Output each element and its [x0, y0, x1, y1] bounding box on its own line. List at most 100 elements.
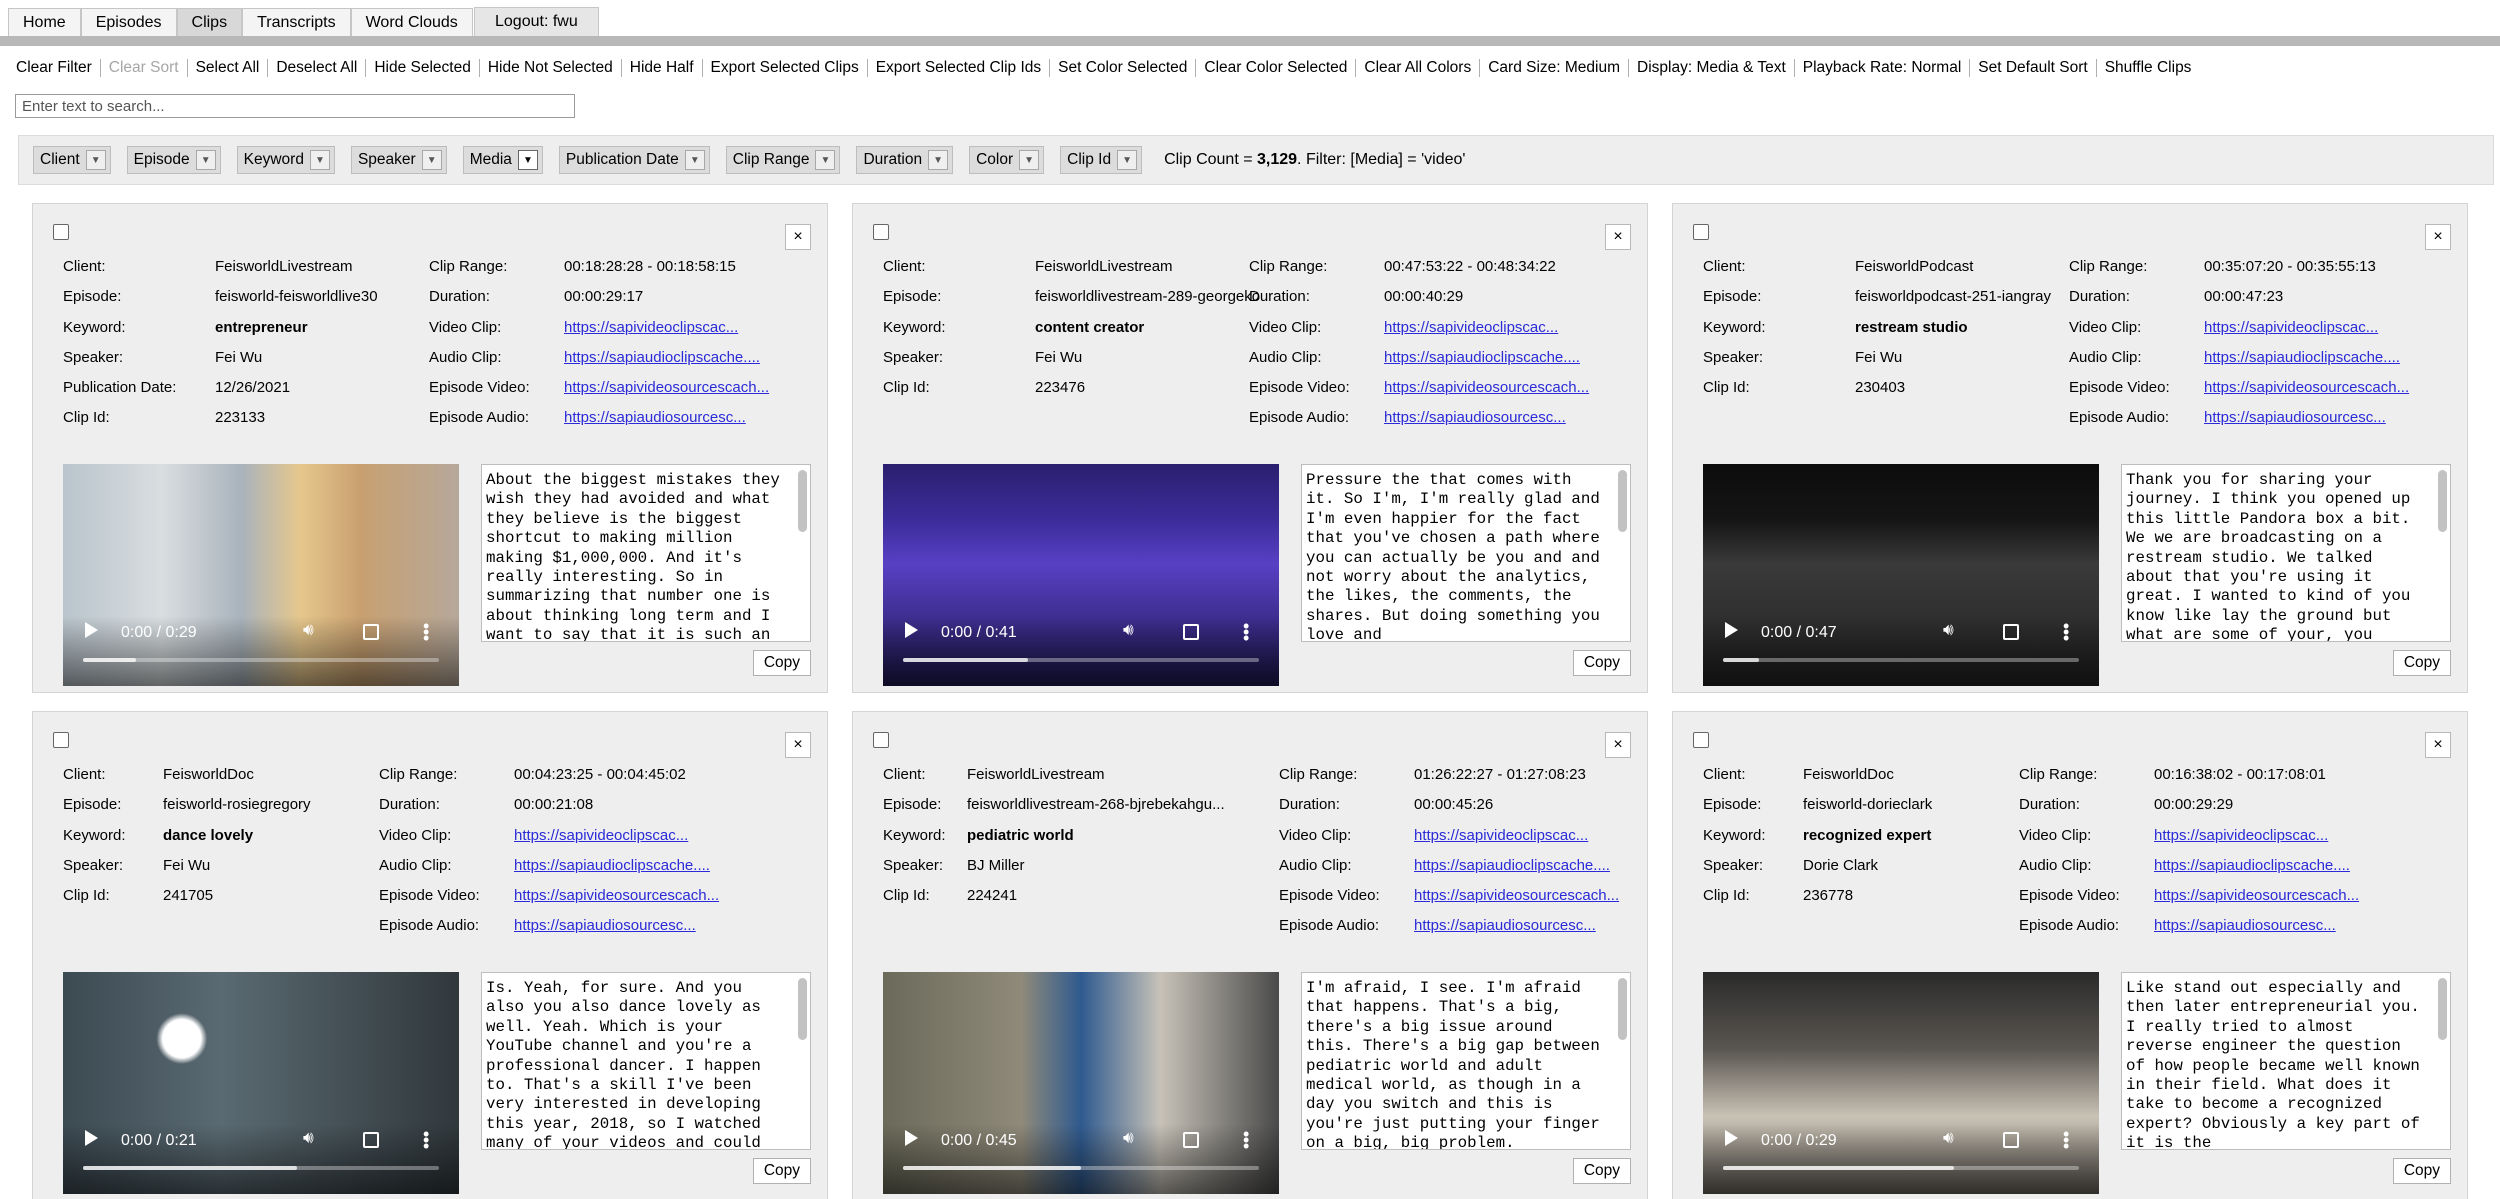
volume-icon[interactable]: 🔊︎ — [1943, 1128, 1954, 1148]
hide-selected-button[interactable]: Hide Selected — [366, 59, 480, 77]
transcript-text[interactable]: I'm afraid, I see. I'm afraid that happe… — [1301, 972, 1631, 1150]
link-video-clip[interactable]: https://sapivideoclipscac... — [1414, 821, 1588, 851]
video-player[interactable]: 0:00 / 0:21 🔊︎ • • • — [63, 972, 459, 1194]
scrollbar[interactable] — [1618, 978, 1627, 1040]
link-episode-audio[interactable]: https://sapiaudiosourcesc... — [2204, 403, 2386, 433]
scrollbar[interactable] — [1618, 470, 1627, 532]
link-episode-video[interactable]: https://sapivideosourcescach... — [2204, 373, 2409, 403]
transcript-text[interactable]: Like stand out especially and then later… — [2121, 972, 2451, 1150]
tab-episodes[interactable]: Episodes — [80, 8, 177, 37]
copy-button[interactable]: Copy — [752, 1158, 811, 1184]
filter-duration[interactable]: Duration ▼ — [856, 146, 954, 174]
play-icon[interactable] — [905, 622, 918, 638]
copy-button[interactable]: Copy — [1572, 650, 1631, 676]
link-audio-clip[interactable]: https://sapiaudioclipscache.... — [514, 851, 710, 881]
clear-filter-button[interactable]: Clear Filter — [8, 59, 101, 77]
select-checkbox[interactable] — [873, 732, 889, 748]
link-audio-clip[interactable]: https://sapiaudioclipscache.... — [2204, 343, 2400, 373]
filter-clip-id[interactable]: Clip Id ▼ — [1060, 146, 1143, 174]
transcript-text[interactable]: About the biggest mistakes they wish the… — [481, 464, 811, 642]
scrollbar[interactable] — [798, 470, 807, 532]
link-episode-video[interactable]: https://sapivideosourcescach... — [1414, 881, 1619, 911]
close-icon[interactable]: × — [1605, 732, 1631, 758]
more-options-icon[interactable]: • • • — [1243, 617, 1249, 647]
export-selected-clips-button[interactable]: Export Selected Clips — [703, 59, 868, 77]
copy-button[interactable]: Copy — [752, 650, 811, 676]
transcript-text[interactable]: Pressure the that comes with it. So I'm,… — [1301, 464, 1631, 642]
volume-icon[interactable]: 🔊︎ — [303, 1128, 314, 1148]
select-checkbox[interactable] — [53, 224, 69, 240]
filter-publication-date[interactable]: Publication Date ▼ — [558, 146, 710, 174]
filter-clip-range[interactable]: Clip Range ▼ — [725, 146, 841, 174]
filter-media[interactable]: Media ▼ — [462, 146, 543, 174]
clear-sort-button[interactable]: Clear Sort — [101, 59, 188, 77]
close-icon[interactable]: × — [785, 224, 811, 250]
export-selected-clip-ids-button[interactable]: Export Selected Clip Ids — [868, 59, 1051, 77]
link-audio-clip[interactable]: https://sapiaudioclipscache.... — [1414, 851, 1610, 881]
video-player[interactable]: 0:00 / 0:45 🔊︎ • • • — [883, 972, 1279, 1194]
copy-button[interactable]: Copy — [1572, 1158, 1631, 1184]
filter-speaker[interactable]: Speaker ▼ — [350, 146, 447, 174]
clear-all-colors-button[interactable]: Clear All Colors — [1356, 59, 1481, 77]
link-episode-audio[interactable]: https://sapiaudiosourcesc... — [1384, 403, 1566, 433]
select-checkbox[interactable] — [1693, 732, 1709, 748]
transcript-text[interactable]: Is. Yeah, for sure. And you also you als… — [481, 972, 811, 1150]
more-options-icon[interactable]: • • • — [2063, 1125, 2069, 1155]
video-progress-bar[interactable] — [83, 658, 439, 662]
play-icon[interactable] — [85, 622, 98, 638]
fullscreen-icon[interactable] — [1183, 624, 1199, 640]
deselect-all-button[interactable]: Deselect All — [268, 59, 367, 77]
video-player[interactable]: 0:00 / 0:29 🔊︎ • • • — [63, 464, 459, 686]
tab-home[interactable]: Home — [8, 8, 81, 37]
video-player[interactable]: 0:00 / 0:29 🔊︎ • • • — [1703, 972, 2099, 1194]
video-progress-bar[interactable] — [1723, 1166, 2079, 1170]
link-episode-video[interactable]: https://sapivideosourcescach... — [514, 881, 719, 911]
close-icon[interactable]: × — [1605, 224, 1631, 250]
scrollbar[interactable] — [798, 978, 807, 1040]
more-options-icon[interactable]: • • • — [423, 617, 429, 647]
play-icon[interactable] — [85, 1130, 98, 1146]
tab-transcripts[interactable]: Transcripts — [242, 8, 351, 37]
link-episode-audio[interactable]: https://sapiaudiosourcesc... — [514, 911, 696, 941]
volume-icon[interactable]: 🔊︎ — [1123, 620, 1134, 640]
link-episode-audio[interactable]: https://sapiaudiosourcesc... — [2154, 911, 2336, 941]
play-icon[interactable] — [1725, 622, 1738, 638]
link-audio-clip[interactable]: https://sapiaudioclipscache.... — [2154, 851, 2350, 881]
more-options-icon[interactable]: • • • — [1243, 1125, 1249, 1155]
transcript-text[interactable]: Thank you for sharing your journey. I th… — [2121, 464, 2451, 642]
select-checkbox[interactable] — [1693, 224, 1709, 240]
clear-color-selected-button[interactable]: Clear Color Selected — [1196, 59, 1357, 77]
more-options-icon[interactable]: • • • — [2063, 617, 2069, 647]
link-audio-clip[interactable]: https://sapiaudioclipscache.... — [564, 343, 760, 373]
play-icon[interactable] — [905, 1130, 918, 1146]
close-icon[interactable]: × — [785, 732, 811, 758]
search-input[interactable] — [15, 94, 575, 118]
copy-button[interactable]: Copy — [2392, 1158, 2451, 1184]
more-options-icon[interactable]: • • • — [423, 1125, 429, 1155]
hide-half-button[interactable]: Hide Half — [622, 59, 703, 77]
playback-rate-button[interactable]: Playback Rate: Normal — [1795, 59, 1971, 77]
link-video-clip[interactable]: https://sapivideoclipscac... — [2154, 821, 2328, 851]
link-episode-audio[interactable]: https://sapiaudiosourcesc... — [1414, 911, 1596, 941]
fullscreen-icon[interactable] — [1183, 1132, 1199, 1148]
close-icon[interactable]: × — [2425, 732, 2451, 758]
link-audio-clip[interactable]: https://sapiaudioclipscache.... — [1384, 343, 1580, 373]
display-mode-button[interactable]: Display: Media & Text — [1629, 59, 1795, 77]
link-video-clip[interactable]: https://sapivideoclipscac... — [514, 821, 688, 851]
fullscreen-icon[interactable] — [363, 1132, 379, 1148]
filter-keyword[interactable]: Keyword ▼ — [236, 146, 335, 174]
volume-icon[interactable]: 🔊︎ — [1943, 620, 1954, 640]
logout-button[interactable]: Logout: fwu — [474, 7, 599, 36]
link-episode-video[interactable]: https://sapivideosourcescach... — [1384, 373, 1589, 403]
video-progress-bar[interactable] — [1723, 658, 2079, 662]
hide-not-selected-button[interactable]: Hide Not Selected — [480, 59, 622, 77]
video-player[interactable]: 0:00 / 0:47 🔊︎ • • • — [1703, 464, 2099, 686]
filter-episode[interactable]: Episode ▼ — [126, 146, 221, 174]
video-progress-bar[interactable] — [903, 1166, 1259, 1170]
set-color-selected-button[interactable]: Set Color Selected — [1050, 59, 1197, 77]
set-default-sort-button[interactable]: Set Default Sort — [1970, 59, 2097, 77]
fullscreen-icon[interactable] — [363, 624, 379, 640]
volume-icon[interactable]: 🔊︎ — [303, 620, 314, 640]
filter-client[interactable]: Client ▼ — [33, 146, 111, 174]
close-icon[interactable]: × — [2425, 224, 2451, 250]
